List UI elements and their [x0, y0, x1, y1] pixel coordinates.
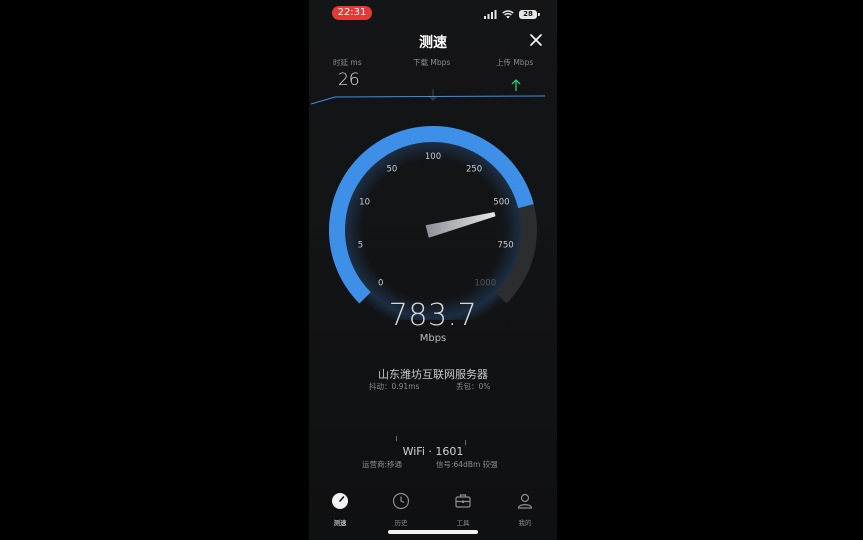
server-name: 山东潍坊互联网服务器 [378, 368, 488, 381]
gauge-tick-label: 250 [466, 165, 482, 175]
toolbox-icon [455, 494, 471, 508]
tab-speedtest[interactable]: 测速 [320, 492, 360, 527]
current-speed-value: 783.7 [388, 298, 478, 333]
jitter-value: 抖动：0.91ms [369, 382, 420, 391]
wifi-icon [502, 9, 514, 18]
gauge-tick-label: 1000 [474, 278, 496, 288]
user-icon [517, 493, 533, 509]
tab-profile[interactable]: 我的 [505, 492, 545, 527]
status-icons: 28 [484, 8, 540, 20]
gauge-tick-label: 5 [358, 240, 363, 250]
tab-label: 我的 [518, 519, 532, 527]
gauge-tick-label: 0 [378, 278, 383, 288]
page-title: 测速 [419, 35, 447, 51]
signal-label: 信号:64dBm 较强 [436, 460, 498, 469]
cellular-signal-icon [484, 9, 497, 19]
phone-screen: 22:31 28 测速 时延 ms 26 下载 Mbps 上传 Mbps 0 5… [309, 0, 557, 540]
packet-loss-value: 丢包：0% [456, 382, 491, 391]
gauge-tick-label: 50 [386, 165, 397, 175]
upload-arrow-icon [511, 79, 521, 91]
gauge-tick-label: 750 [497, 240, 513, 250]
status-time: 22:31 [332, 6, 372, 20]
speed-gauge: 0 5 10 50 100 250 500 750 1000 [329, 126, 537, 320]
latency-value: 26 [338, 70, 360, 90]
download-label: 下载 Mbps [413, 58, 451, 67]
home-indicator[interactable] [388, 530, 478, 534]
latency-label: 时延 ms [333, 58, 362, 67]
network-name: WiFi · 1601 [402, 445, 464, 458]
clock-icon [392, 492, 410, 510]
gauge-tick-label: 10 [359, 198, 370, 208]
close-icon[interactable] [529, 33, 543, 47]
gauge-tick-label: 500 [493, 198, 509, 208]
battery-icon: 28 [519, 9, 540, 19]
divider-tick [396, 436, 397, 441]
carrier-label: 运营商:移通 [362, 460, 403, 469]
tab-label: 工具 [456, 519, 470, 527]
speed-unit: Mbps [419, 333, 447, 344]
speedometer-icon [332, 493, 348, 509]
tab-history[interactable]: 历史 [381, 492, 421, 527]
upload-label: 上传 Mbps [496, 58, 534, 67]
tab-label: 测速 [333, 519, 347, 527]
speed-history-line [310, 95, 546, 105]
tab-tools[interactable]: 工具 [443, 492, 483, 527]
tab-label: 历史 [394, 519, 408, 527]
gauge-tick-label: 100 [425, 152, 441, 162]
